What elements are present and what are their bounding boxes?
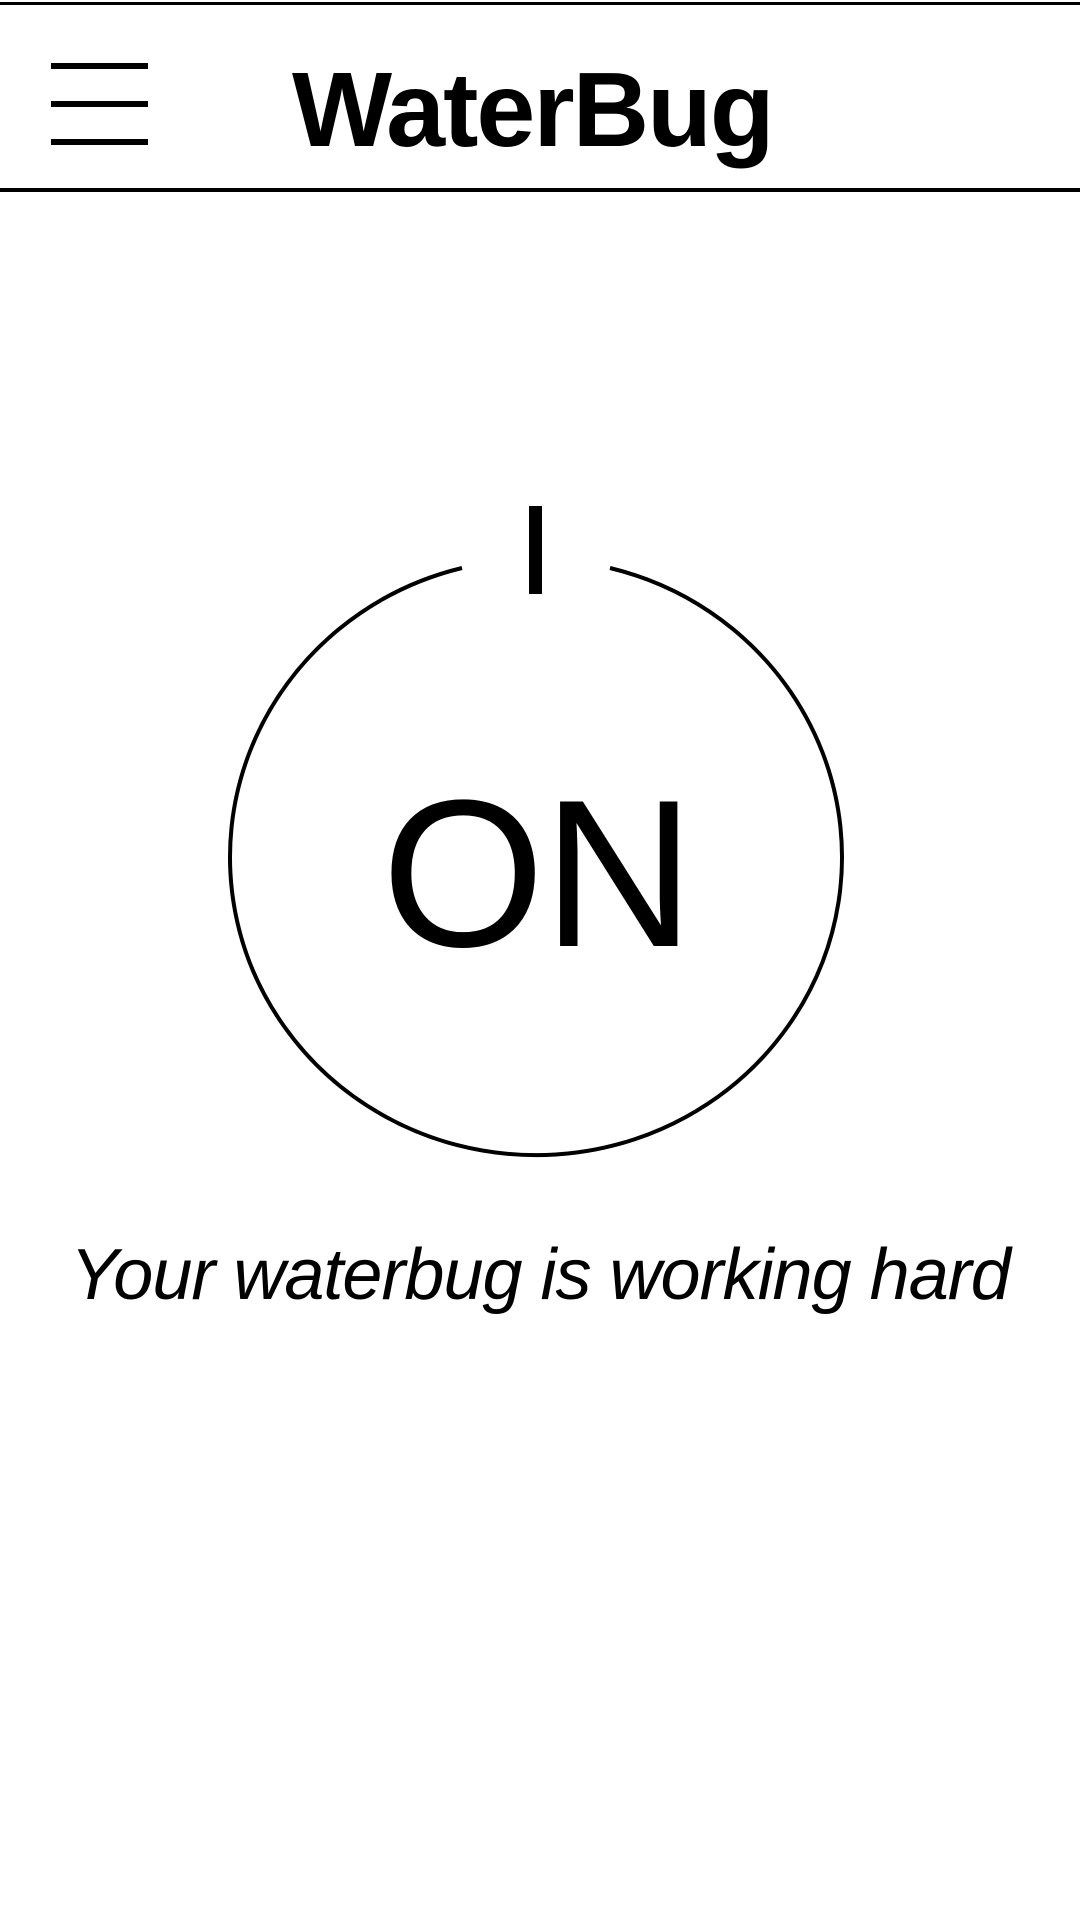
menu-button[interactable]: [51, 55, 148, 145]
status-message: Your waterbug is working hard: [70, 1235, 1011, 1315]
power-toggle-button[interactable]: ON: [226, 496, 848, 1176]
power-stroke: [529, 506, 542, 594]
power-state-label: ON: [381, 756, 695, 991]
app-title: WaterBug: [292, 51, 775, 169]
app-bar: WaterBug: [0, 5, 1080, 192]
